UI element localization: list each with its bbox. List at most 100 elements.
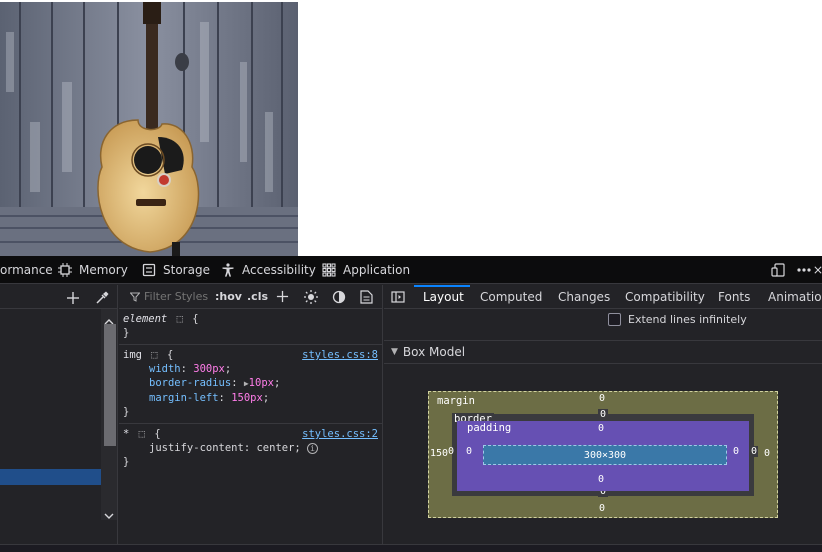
padding-label: padding <box>467 422 512 434</box>
scroll-down-icon[interactable] <box>104 505 114 524</box>
declaration-value[interactable]: center <box>256 442 294 454</box>
tab-compatibility[interactable]: Compatibility <box>625 285 705 309</box>
node-icon: ⬚ <box>176 313 183 325</box>
devtools-toolbar: ormance Memory Storage Accessibility App… <box>0 256 822 284</box>
devtools-panel: ormance Memory Storage Accessibility App… <box>0 256 822 552</box>
declaration[interactable]: width: 300px; <box>123 362 378 376</box>
close-icon[interactable] <box>814 256 822 284</box>
tab-label: ormance <box>0 263 53 277</box>
declaration-property[interactable]: border-radius <box>149 377 231 389</box>
markup-scrollbar[interactable] <box>101 309 117 520</box>
hov-toggle[interactable]: :hov <box>215 290 242 303</box>
rule-source-link[interactable]: styles.css:2 <box>302 427 378 441</box>
rule-open-brace: { <box>192 313 199 325</box>
more-options-icon[interactable] <box>794 256 814 284</box>
declaration-property[interactable]: justify-content <box>149 442 244 454</box>
rule-selector: * <box>123 428 130 440</box>
tab-label: Storage <box>163 263 210 277</box>
info-icon[interactable]: i <box>307 442 319 454</box>
toolbar-actions <box>768 256 822 284</box>
tab-storage[interactable]: Storage <box>142 256 210 284</box>
box-model-margin[interactable]: margin 0 150 0 0 border 0 0 0 0 padding … <box>428 391 778 518</box>
margin-label: margin <box>437 395 475 407</box>
margin-top-value[interactable]: 0 <box>599 393 605 404</box>
declaration[interactable]: margin-left: 150px; <box>123 391 378 405</box>
devtools-bottom-bar <box>0 544 822 552</box>
selected-node-row[interactable] <box>0 469 102 485</box>
margin-bottom-value[interactable]: 0 <box>599 503 605 514</box>
rule-close-brace: } <box>123 456 130 468</box>
margin-left-value[interactable]: 150 <box>430 448 448 459</box>
extend-lines-row[interactable]: Extend lines infinitely <box>608 310 747 328</box>
declaration-property[interactable]: width <box>149 363 181 375</box>
declaration-value[interactable]: 150px <box>231 392 263 404</box>
box-model-content[interactable]: 300×300 <box>483 445 727 465</box>
content-size[interactable]: 300×300 <box>584 450 626 461</box>
tab-animations[interactable]: Animation <box>768 285 822 309</box>
tab-label: Accessibility <box>242 263 316 277</box>
add-node-icon[interactable] <box>66 290 80 304</box>
padding-left-value[interactable]: 0 <box>466 446 472 457</box>
rule-source-link[interactable]: styles.css:8 <box>302 348 378 362</box>
rule-element[interactable]: element ⬚ { } <box>119 309 382 345</box>
light-theme-icon[interactable] <box>304 290 318 307</box>
rules-panel: :hov .cls element ⬚ { } styles <box>119 285 383 544</box>
rule-close-brace: } <box>123 406 130 418</box>
markup-panel <box>0 285 118 544</box>
scrollbar-thumb[interactable] <box>104 324 116 446</box>
cls-toggle[interactable]: .cls <box>247 290 268 303</box>
tab-application[interactable]: Application <box>322 256 410 284</box>
tab-changes[interactable]: Changes <box>558 285 610 309</box>
page-viewport <box>0 0 822 256</box>
extend-lines-checkbox[interactable] <box>608 312 621 326</box>
storage-icon <box>142 263 156 277</box>
tab-accessibility[interactable]: Accessibility <box>221 256 316 284</box>
declaration[interactable]: justify-content: center; i <box>123 441 378 455</box>
border-right-value[interactable]: 0 <box>750 446 759 457</box>
rule-universal[interactable]: styles.css:2 * ⬚ { justify-content: cent… <box>119 424 382 473</box>
styles-toolbar: :hov .cls <box>119 285 382 309</box>
rule-open-brace: { <box>166 349 174 361</box>
rule-img[interactable]: styles.css:8 img ⬚ { width: 300px; borde… <box>119 345 382 424</box>
declaration[interactable]: border-radius: ▶10px; <box>123 376 378 391</box>
accessibility-icon <box>221 263 235 277</box>
tab-computed[interactable]: Computed <box>480 285 542 309</box>
collapse-triangle-icon[interactable]: ▼ <box>391 347 398 357</box>
declaration-property[interactable]: margin-left <box>149 392 219 404</box>
rule-open-brace: { <box>154 428 161 440</box>
dark-theme-icon[interactable] <box>332 290 346 307</box>
tab-fonts[interactable]: Fonts <box>718 285 750 309</box>
tab-performance[interactable]: ormance <box>0 256 53 284</box>
tab-memory[interactable]: Memory <box>58 256 128 284</box>
declaration-value[interactable]: 300px <box>193 363 225 375</box>
tab-label: Application <box>343 263 411 277</box>
border-left-value[interactable]: 0 <box>448 446 454 457</box>
sidebar-tabs: Layout Computed Changes Compatibility Fo… <box>384 285 822 309</box>
sidebar-toggle-icon[interactable] <box>391 290 405 307</box>
print-media-icon[interactable] <box>360 290 373 307</box>
layout-panel: Layout Computed Changes Compatibility Fo… <box>384 285 822 544</box>
tab-layout[interactable]: Layout <box>423 285 464 309</box>
box-model-title: Box Model <box>402 345 466 359</box>
margin-right-value[interactable]: 0 <box>764 448 770 459</box>
node-icon: ⬚ <box>138 428 145 440</box>
guitar-image[interactable] <box>0 2 298 256</box>
padding-right-value[interactable]: 0 <box>733 446 739 457</box>
declaration-value[interactable]: 10px <box>249 377 274 389</box>
rule-selector: img <box>123 349 142 361</box>
memory-icon <box>58 263 72 277</box>
filter-styles-input[interactable] <box>144 290 214 303</box>
padding-top-value[interactable]: 0 <box>598 423 604 434</box>
responsive-design-icon[interactable] <box>768 256 788 284</box>
border-top-value[interactable]: 0 <box>598 409 609 420</box>
tab-label: Memory <box>79 263 128 277</box>
rule-close-brace: } <box>123 327 130 339</box>
add-rule-icon[interactable] <box>276 290 289 306</box>
rule-selector: element <box>123 313 168 325</box>
eyedropper-icon[interactable] <box>95 290 109 304</box>
filter-icon <box>130 292 140 302</box>
node-icon: ⬚ <box>151 349 158 361</box>
padding-bottom-value[interactable]: 0 <box>598 474 604 485</box>
extend-lines-label: Extend lines infinitely <box>628 312 747 326</box>
box-model-header[interactable]: ▼ Box Model <box>384 340 822 364</box>
